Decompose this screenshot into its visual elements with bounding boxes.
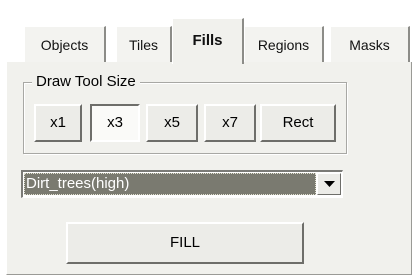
- tab-objects[interactable]: Objects: [24, 26, 106, 62]
- size-x7-button[interactable]: x7: [204, 104, 256, 142]
- tab-regions[interactable]: Regions: [244, 26, 324, 62]
- fill-button[interactable]: FILL: [66, 222, 304, 264]
- fill-type-select[interactable]: Dirt_trees(high): [21, 170, 343, 198]
- size-rect-button[interactable]: Rect: [260, 104, 336, 142]
- size-x1-button[interactable]: x1: [34, 104, 82, 142]
- dropdown-button[interactable]: [317, 173, 341, 195]
- draw-tool-size-label: Draw Tool Size: [32, 73, 140, 91]
- size-x5-button[interactable]: x5: [146, 104, 198, 142]
- tab-strip: Objects Tiles Fills Regions Masks: [0, 0, 416, 64]
- fill-type-selected-value[interactable]: Dirt_trees(high): [24, 173, 316, 195]
- tab-tiles[interactable]: Tiles: [116, 26, 172, 62]
- chevron-down-icon: [324, 181, 335, 187]
- tab-fills[interactable]: Fills: [172, 18, 244, 64]
- size-x3-button[interactable]: x3: [90, 104, 140, 142]
- tab-masks[interactable]: Masks: [330, 26, 410, 62]
